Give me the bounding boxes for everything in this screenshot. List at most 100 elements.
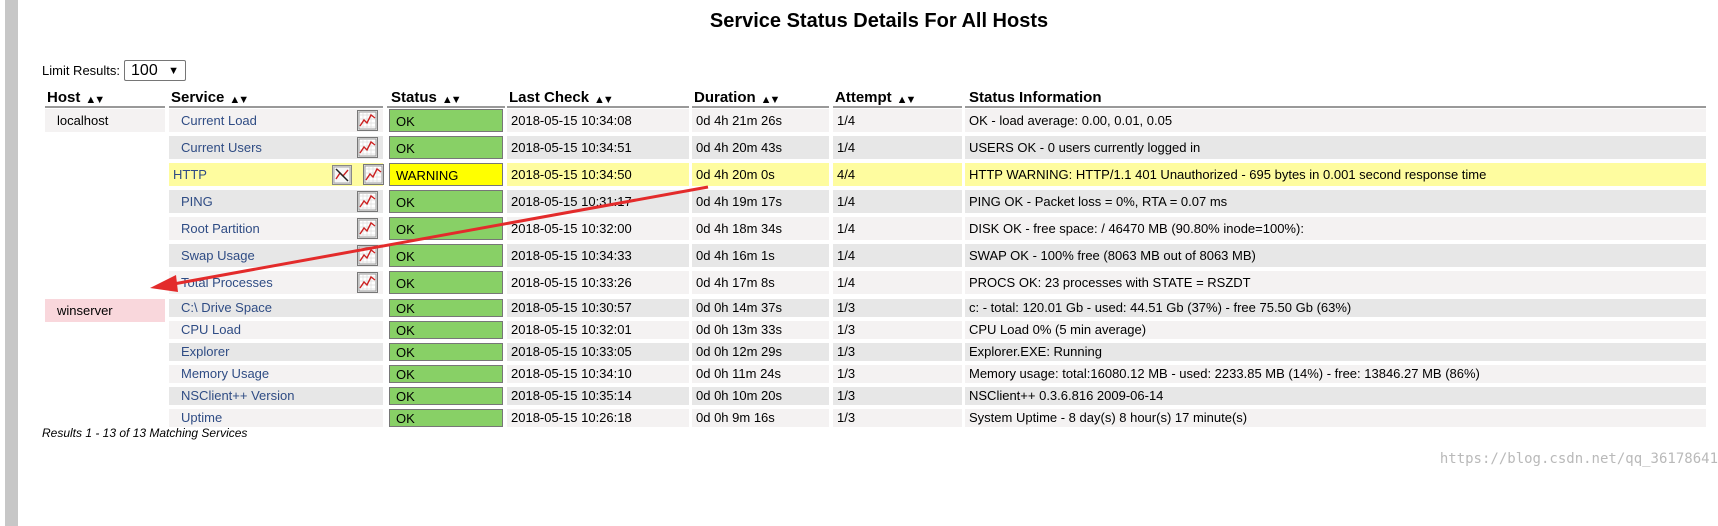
table-cell-info: OK - load average: 0.00, 0.01, 0.05 <box>965 109 1706 132</box>
service-link[interactable]: Memory Usage <box>169 365 383 383</box>
table-cell-last-check: 2018-05-15 10:34:51 <box>507 136 689 159</box>
table-cell-info: PING OK - Packet loss = 0%, RTA = 0.07 m… <box>965 190 1706 213</box>
table-cell-attempt: 1/4 <box>833 136 962 159</box>
service-link[interactable]: PING <box>169 190 383 213</box>
limit-results-label: Limit Results: <box>42 63 121 78</box>
header-divider <box>169 106 383 108</box>
watermark: https://blog.csdn.net/qq_36178641 <box>1439 451 1718 467</box>
table-cell-last-check: 2018-05-15 10:34:50 <box>507 163 689 186</box>
host-localhost[interactable]: localhost <box>45 109 165 132</box>
status-badge: OK <box>389 271 503 294</box>
sort-arrows-icon[interactable]: ▲▼ <box>85 94 105 106</box>
table-cell-info: PROCS OK: 23 processes with STATE = RSZD… <box>965 271 1706 294</box>
table-cell-info: Explorer.EXE: Running <box>965 343 1706 361</box>
service-link[interactable]: NSClient++ Version <box>169 387 383 405</box>
table-cell-info: CPU Load 0% (5 min average) <box>965 321 1706 339</box>
performance-graph-icon[interactable] <box>357 218 378 239</box>
table-cell-info: HTTP WARNING: HTTP/1.1 401 Unauthorized … <box>965 163 1706 186</box>
chevron-down-icon: ▼ <box>168 64 180 77</box>
host-winserver[interactable]: winserver <box>45 299 165 322</box>
service-link[interactable]: CPU Load <box>169 321 383 339</box>
table-cell-duration: 0d 0h 12m 29s <box>692 343 829 361</box>
sort-arrows-icon[interactable]: ▲▼ <box>594 94 614 106</box>
table-cell-last-check: 2018-05-15 10:30:57 <box>507 299 689 317</box>
status-badge: OK <box>389 217 503 240</box>
table-cell-duration: 0d 4h 19m 17s <box>692 190 829 213</box>
limit-results-value: 100 <box>131 61 158 79</box>
table-cell-attempt: 1/4 <box>833 217 962 240</box>
service-link[interactable]: Total Processes <box>169 271 383 294</box>
sort-arrows-icon[interactable]: ▲▼ <box>442 94 462 106</box>
table-cell-attempt: 1/3 <box>833 299 962 317</box>
table-cell-last-check: 2018-05-15 10:34:08 <box>507 109 689 132</box>
table-cell-duration: 0d 4h 20m 0s <box>692 163 829 186</box>
table-cell-last-check: 2018-05-15 10:31:17 <box>507 190 689 213</box>
status-badge: OK <box>389 244 503 267</box>
column-header-duration[interactable]: Duration ▲▼ <box>694 86 781 106</box>
header-divider <box>45 106 165 108</box>
column-header-host[interactable]: Host ▲▼ <box>47 86 105 106</box>
column-header-service[interactable]: Service ▲▼ <box>171 86 249 106</box>
header-divider <box>387 106 505 108</box>
performance-graph-icon[interactable] <box>357 245 378 266</box>
table-cell-last-check: 2018-05-15 10:26:18 <box>507 409 689 427</box>
limit-results: Limit Results: 100 ▼ <box>42 60 187 81</box>
header-divider <box>692 106 829 108</box>
page-title: Service Status Details For All Hosts <box>709 10 1049 32</box>
service-link[interactable]: Swap Usage <box>169 244 383 267</box>
table-cell-last-check: 2018-05-15 10:34:10 <box>507 365 689 383</box>
table-cell-attempt: 4/4 <box>833 163 962 186</box>
status-badge: OK <box>389 190 503 213</box>
service-link[interactable]: C:\ Drive Space <box>169 299 383 317</box>
table-cell-duration: 0d 0h 11m 24s <box>692 365 829 383</box>
table-cell-info: SWAP OK - 100% free (8063 MB out of 8063… <box>965 244 1706 267</box>
table-cell-attempt: 1/3 <box>833 343 962 361</box>
table-cell-last-check: 2018-05-15 10:33:26 <box>507 271 689 294</box>
table-cell-attempt: 1/3 <box>833 387 962 405</box>
column-header-status[interactable]: Status ▲▼ <box>391 86 462 106</box>
limit-results-select[interactable]: 100 ▼ <box>124 60 187 81</box>
table-cell-attempt: 1/3 <box>833 321 962 339</box>
performance-graph-icon[interactable] <box>357 272 378 293</box>
table-cell-duration: 0d 4h 16m 1s <box>692 244 829 267</box>
column-header-last-check[interactable]: Last Check ▲▼ <box>509 86 614 106</box>
status-badge: WARNING <box>389 163 503 186</box>
service-link[interactable]: Uptime <box>169 409 383 427</box>
table-cell-duration: 0d 0h 9m 16s <box>692 409 829 427</box>
service-link[interactable]: Current Users <box>169 136 383 159</box>
header-divider <box>507 106 689 108</box>
performance-graph-icon[interactable] <box>357 137 378 158</box>
table-cell-duration: 0d 0h 14m 37s <box>692 299 829 317</box>
table-cell-attempt: 1/4 <box>833 271 962 294</box>
service-link[interactable]: Root Partition <box>169 217 383 240</box>
sort-arrows-icon[interactable]: ▲▼ <box>897 94 917 106</box>
header-divider <box>965 106 1706 108</box>
table-cell-attempt: 1/4 <box>833 244 962 267</box>
notifications-disabled-icon[interactable] <box>332 165 352 185</box>
sort-arrows-icon[interactable]: ▲▼ <box>229 94 249 106</box>
status-badge: OK <box>389 409 503 427</box>
table-cell-info: Memory usage: total:16080.12 MB - used: … <box>965 365 1706 383</box>
table-cell-info: System Uptime - 8 day(s) 8 hour(s) 17 mi… <box>965 409 1706 427</box>
performance-graph-icon[interactable] <box>363 164 384 185</box>
status-badge: OK <box>389 321 503 339</box>
performance-graph-icon[interactable] <box>357 191 378 212</box>
results-count: Results 1 - 13 of 13 Matching Services <box>42 426 248 440</box>
header-divider <box>833 106 962 108</box>
table-cell-info: USERS OK - 0 users currently logged in <box>965 136 1706 159</box>
status-badge: OK <box>389 136 503 159</box>
table-cell-attempt: 1/3 <box>833 409 962 427</box>
sort-arrows-icon[interactable]: ▲▼ <box>761 94 781 106</box>
table-cell-last-check: 2018-05-15 10:32:00 <box>507 217 689 240</box>
column-header-attempt[interactable]: Attempt ▲▼ <box>835 86 917 106</box>
table-cell-duration: 0d 0h 13m 33s <box>692 321 829 339</box>
left-border <box>5 0 18 526</box>
table-cell-last-check: 2018-05-15 10:32:01 <box>507 321 689 339</box>
table-cell-last-check: 2018-05-15 10:34:33 <box>507 244 689 267</box>
table-cell-duration: 0d 4h 18m 34s <box>692 217 829 240</box>
service-link[interactable]: Current Load <box>169 109 383 132</box>
status-badge: OK <box>389 109 503 132</box>
table-cell-attempt: 1/4 <box>833 190 962 213</box>
service-link[interactable]: Explorer <box>169 343 383 361</box>
performance-graph-icon[interactable] <box>357 110 378 131</box>
